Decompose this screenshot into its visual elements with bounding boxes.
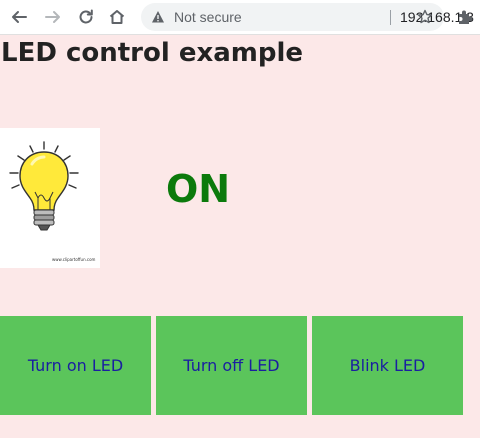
back-arrow-icon[interactable]: [6, 4, 32, 30]
forward-arrow-icon[interactable]: [40, 4, 66, 30]
reload-icon[interactable]: [73, 4, 99, 30]
led-status-text: ON: [166, 167, 231, 211]
light-bulb-icon: [9, 141, 79, 231]
blink-led-button[interactable]: Blink LED: [312, 316, 463, 415]
omnibox-divider: [390, 10, 391, 25]
turn-on-led-button[interactable]: Turn on LED: [0, 316, 151, 415]
home-icon[interactable]: [104, 4, 130, 30]
address-bar[interactable]: Not secure 192.168.1.3: [141, 3, 474, 31]
puzzle-icon[interactable]: [456, 8, 474, 26]
security-label: Not secure: [174, 9, 242, 25]
browser-toolbar: Not secure 192.168.1.3: [0, 0, 480, 35]
page-title: LED control example: [1, 38, 304, 68]
light-bulb-image: www.clipartoffun.com: [0, 128, 100, 268]
turn-off-led-button[interactable]: Turn off LED: [156, 316, 307, 415]
star-icon[interactable]: [417, 9, 433, 25]
image-caption: www.clipartoffun.com: [52, 257, 96, 262]
warning-icon: [152, 11, 164, 23]
